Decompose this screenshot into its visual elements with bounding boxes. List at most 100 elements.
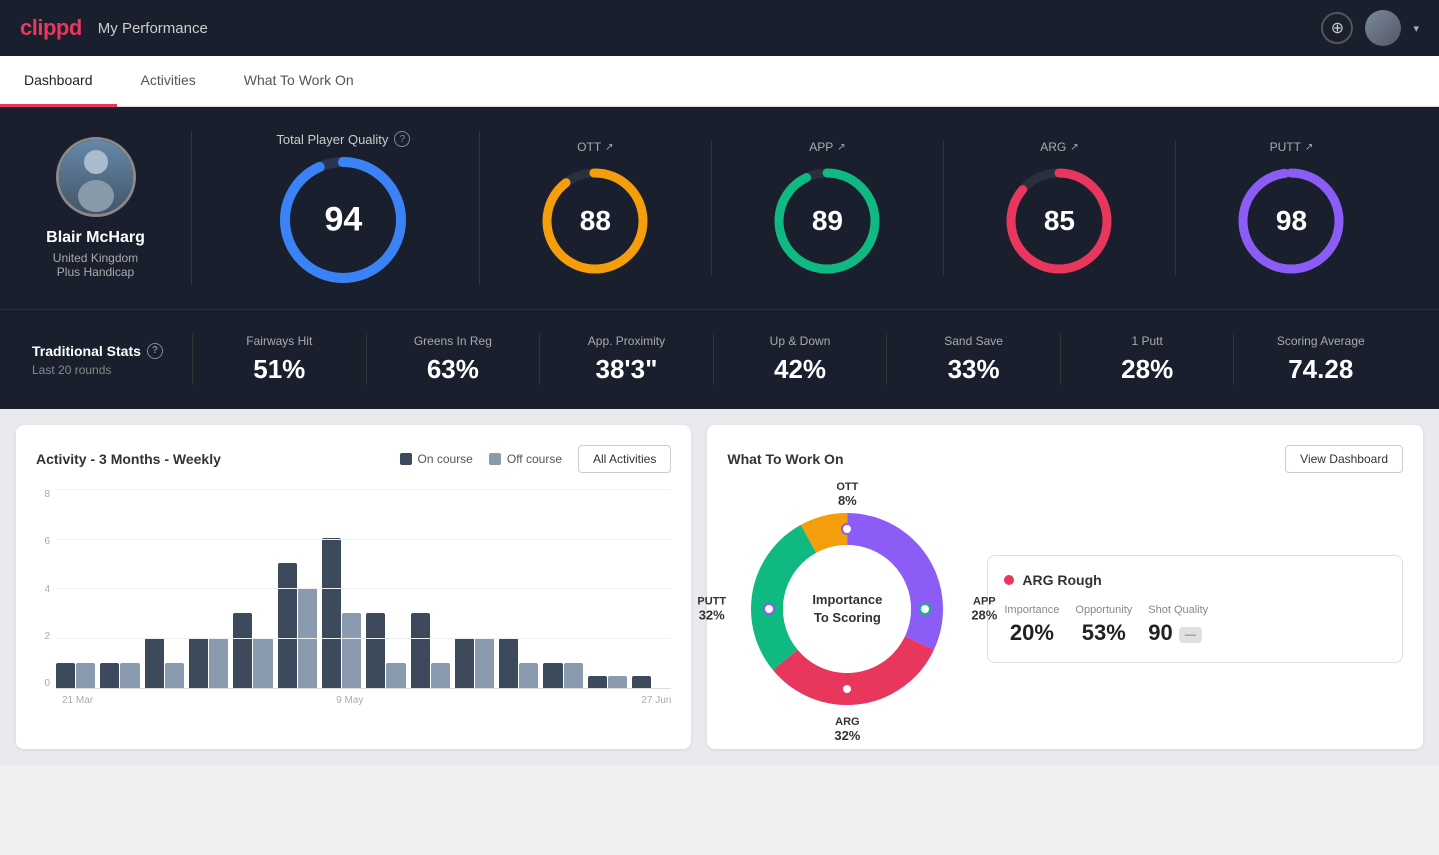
app-circle: 89 — [772, 166, 882, 276]
profile-image — [59, 140, 133, 214]
legend-off-course: Off course — [489, 452, 562, 466]
bar-on-course — [322, 538, 341, 688]
profile-figure-svg — [66, 144, 126, 214]
bar-on-course — [189, 638, 208, 688]
player-country: United Kingdom — [53, 251, 138, 265]
total-quality-value: 94 — [325, 201, 363, 240]
bar-group-13 — [588, 676, 627, 688]
arrow-icon: ↗ — [605, 142, 613, 153]
stats-label: Traditional Stats ? — [32, 343, 192, 359]
tab-activities[interactable]: Activities — [117, 56, 220, 107]
app-donut-label: APP 28% — [971, 596, 997, 623]
stat-greens-in-reg: Greens In Reg 63% — [366, 334, 540, 385]
activity-card-header: Activity - 3 Months - Weekly On course O… — [36, 445, 671, 473]
detail-card-header: ARG Rough — [1004, 572, 1386, 588]
bar-group-7 — [322, 538, 361, 688]
bar-on-course — [366, 613, 385, 688]
detail-opportunity: Opportunity 53% — [1075, 604, 1132, 646]
bar-group-14 — [632, 676, 671, 688]
stats-sublabel: Last 20 rounds — [32, 363, 192, 377]
view-dashboard-button[interactable]: View Dashboard — [1285, 445, 1403, 473]
bar-group-8 — [366, 613, 405, 688]
bar-off-course — [253, 638, 272, 688]
shot-quality-badge: — — [1179, 627, 1202, 643]
bar-on-course — [543, 663, 562, 688]
ott-label: OTT↗ — [577, 140, 613, 154]
detail-metrics: Importance 20% Opportunity 53% Shot Qual… — [1004, 604, 1386, 646]
bar-group-5 — [233, 613, 272, 688]
total-quality-circle: 94 — [278, 155, 408, 285]
header-right: ⊕ ▾ — [1321, 10, 1419, 46]
bar-off-course — [431, 663, 450, 688]
avatar — [56, 137, 136, 217]
bar-off-course — [165, 663, 184, 688]
off-course-dot — [489, 453, 501, 465]
on-course-dot — [400, 453, 412, 465]
avatar[interactable] — [1365, 10, 1401, 46]
bar-group-9 — [411, 613, 450, 688]
arg-section: ARG↗ 85 — [944, 140, 1176, 276]
bar-group-6 — [278, 563, 317, 688]
bar-off-course — [519, 663, 538, 688]
grid-line — [56, 539, 671, 540]
bar-group-11 — [499, 638, 538, 688]
bar-on-course — [588, 676, 607, 688]
y-label-0: 0 — [44, 678, 50, 689]
help-icon[interactable]: ? — [394, 131, 410, 147]
bar-on-course — [278, 563, 297, 688]
bar-off-course — [298, 588, 317, 688]
main-content: Activity - 3 Months - Weekly On course O… — [0, 409, 1439, 765]
ott-circle: 88 — [540, 166, 650, 276]
bar-off-course — [564, 663, 583, 688]
add-button[interactable]: ⊕ — [1321, 12, 1353, 44]
putt-value: 98 — [1276, 205, 1307, 237]
arrow-icon: ↗ — [1070, 142, 1078, 153]
bar-group-2 — [100, 663, 139, 688]
arrow-icon: ↗ — [1305, 142, 1313, 153]
arrow-icon: ↗ — [837, 142, 845, 153]
stat-app-proximity: App. Proximity 38'3" — [539, 334, 713, 385]
player-name: Blair McHarg — [46, 229, 145, 247]
bar-off-course — [608, 676, 627, 688]
x-label-may: 9 May — [231, 695, 468, 706]
page-title: My Performance — [98, 20, 208, 37]
app-label: APP↗ — [809, 140, 845, 154]
putt-donut-label: PUTT 32% — [697, 596, 726, 623]
logo: clippd — [20, 15, 82, 41]
bar-chart: 8 6 4 2 0 — [36, 489, 671, 709]
player-handicap: Plus Handicap — [57, 265, 134, 279]
grid-line — [56, 489, 671, 490]
help-icon[interactable]: ? — [147, 343, 163, 359]
chart-legend: On course Off course — [400, 452, 563, 466]
bar-on-course — [632, 676, 651, 688]
bar-off-course — [76, 663, 95, 688]
putt-circle: 98 — [1236, 166, 1346, 276]
ott-value: 88 — [580, 205, 611, 237]
detail-card: ARG Rough Importance 20% Opportunity 53%… — [987, 555, 1403, 663]
y-label-4: 4 — [44, 584, 50, 595]
work-card-title: What To Work On — [727, 451, 843, 467]
donut-center-text: ImportanceTo Scoring — [812, 591, 882, 627]
stat-up-down: Up & Down 42% — [713, 334, 887, 385]
arg-label: ARG↗ — [1040, 140, 1078, 154]
detail-category-title: ARG Rough — [1022, 572, 1101, 588]
detail-shot-quality: Shot Quality 90 — — [1148, 604, 1208, 646]
all-activities-button[interactable]: All Activities — [578, 445, 671, 473]
y-label-2: 2 — [44, 631, 50, 642]
header: clippd My Performance ⊕ ▾ — [0, 0, 1439, 56]
putt-section: PUTT↗ 98 — [1176, 140, 1407, 276]
tab-dashboard[interactable]: Dashboard — [0, 56, 117, 107]
bar-group-1 — [56, 663, 95, 688]
total-quality-label: Total Player Quality ? — [276, 131, 410, 147]
arg-value: 85 — [1044, 205, 1075, 237]
donut-chart-container: ImportanceTo Scoring OTT 8% APP 28% ARG … — [727, 489, 967, 729]
y-axis: 8 6 4 2 0 — [36, 489, 56, 689]
what-to-work-on-card: What To Work On View Dashboard — [707, 425, 1423, 749]
y-label-6: 6 — [44, 536, 50, 547]
stat-fairways-hit: Fairways Hit 51% — [192, 334, 366, 385]
tab-what-to-work-on[interactable]: What To Work On — [220, 56, 378, 107]
stat-scoring-average: Scoring Average 74.28 — [1233, 334, 1407, 385]
stats-label-section: Traditional Stats ? Last 20 rounds — [32, 343, 192, 377]
y-label-8: 8 — [44, 489, 50, 500]
bar-off-course — [120, 663, 139, 688]
